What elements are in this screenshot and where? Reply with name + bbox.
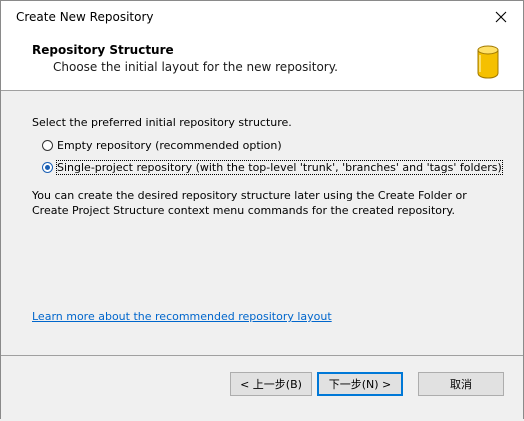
footer-divider: [1, 355, 523, 356]
create-repository-dialog: Create New Repository Repository Structu…: [0, 0, 524, 421]
page-title: Repository Structure: [32, 43, 174, 57]
single-project-radio[interactable]: [42, 162, 53, 173]
structure-prompt: Select the preferred initial repository …: [32, 116, 292, 129]
close-icon: [495, 11, 507, 22]
empty-repository-option[interactable]: Empty repository (recommended option): [42, 139, 282, 152]
empty-repository-label: Empty repository (recommended option): [57, 139, 282, 152]
next-button[interactable]: 下一步(N) >: [317, 372, 403, 396]
learn-more-link[interactable]: Learn more about the recommended reposit…: [32, 310, 332, 323]
title-bar: Create New Repository: [1, 1, 523, 32]
structure-info-text: You can create the desired repository st…: [32, 189, 467, 217]
single-project-option[interactable]: Single-project repository (with the top-…: [42, 160, 503, 175]
back-button[interactable]: < 上一步(B): [230, 372, 312, 396]
single-project-label: Single-project repository (with the top-…: [56, 160, 503, 175]
database-icon: [477, 45, 499, 79]
page-subtitle: Choose the initial layout for the new re…: [53, 60, 338, 74]
header-panel: Repository Structure Choose the initial …: [1, 32, 523, 91]
close-button[interactable]: [479, 1, 523, 32]
content-area: Select the preferred initial repository …: [1, 91, 523, 356]
empty-repository-radio[interactable]: [42, 140, 53, 151]
window-title: Create New Repository: [16, 10, 154, 24]
cancel-button[interactable]: 取消: [418, 372, 504, 396]
